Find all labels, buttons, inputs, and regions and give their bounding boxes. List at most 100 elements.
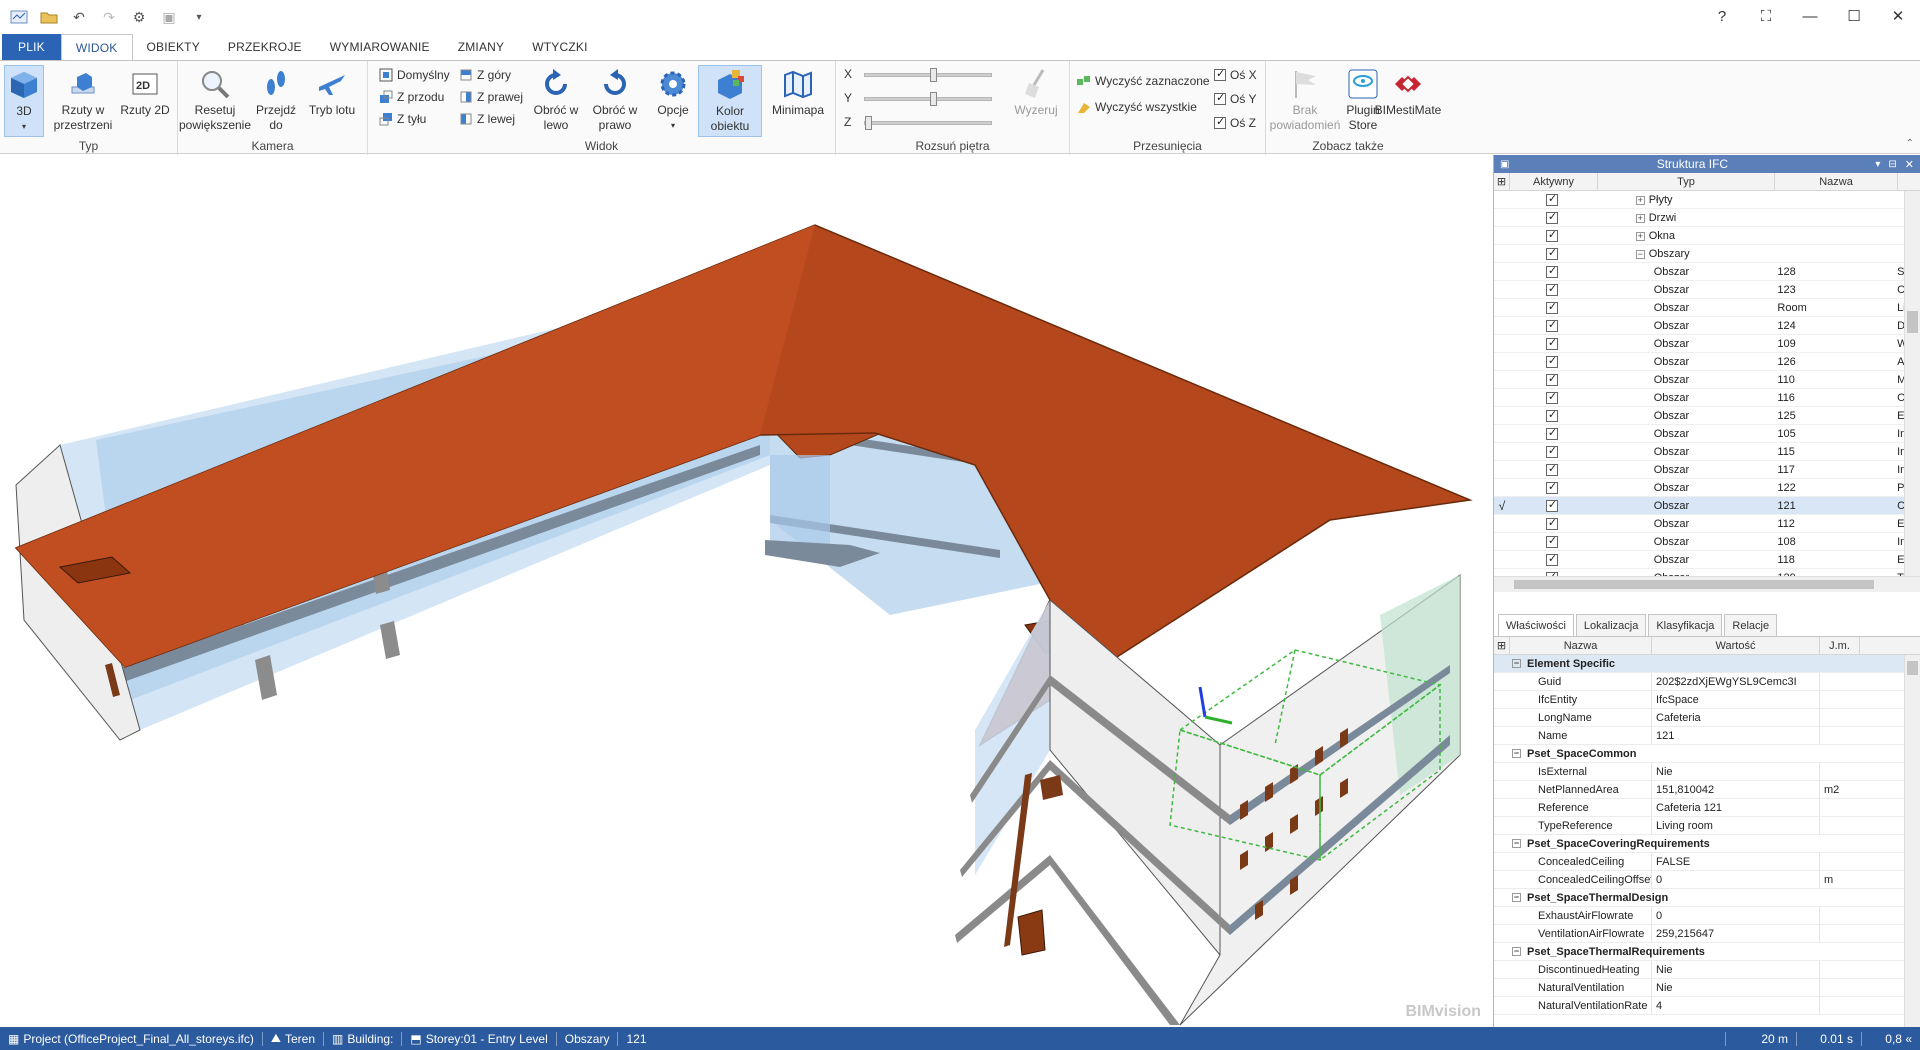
property-row[interactable]: VentilationAirFlowrate 259,215647 xyxy=(1494,925,1920,943)
options-button[interactable]: Opcje ▾ xyxy=(650,65,696,137)
tree-row[interactable]: Obszar112Ele xyxy=(1494,515,1920,533)
active-checkbox[interactable] xyxy=(1545,354,1558,368)
property-value[interactable]: 259,215647 xyxy=(1652,925,1820,942)
tree-row[interactable]: Obszar115Ins xyxy=(1494,443,1920,461)
status-storey[interactable]: ⬒ Storey:01 - Entry Level xyxy=(402,1032,555,1046)
property-value[interactable]: 0 xyxy=(1652,871,1820,888)
panel-menu-icon[interactable]: ▾ xyxy=(1875,159,1880,170)
axis-x-check[interactable] xyxy=(1214,67,1226,81)
status-obszary[interactable]: Obszary xyxy=(557,1032,618,1046)
header-typ[interactable]: Typ xyxy=(1598,173,1775,190)
tab-obiekty[interactable]: OBIEKTY xyxy=(133,34,214,60)
active-checkbox[interactable] xyxy=(1545,336,1558,350)
tree-row[interactable]: Obszar126Ad xyxy=(1494,353,1920,371)
ifc-tree-hscroll-thumb[interactable] xyxy=(1514,580,1874,589)
tree-row[interactable]: Obszar110Me xyxy=(1494,371,1920,389)
minimize-button[interactable]: — xyxy=(1788,0,1832,32)
undo-icon[interactable]: ↶ xyxy=(66,4,92,30)
slider-x[interactable] xyxy=(864,68,992,82)
prop-header-wartosc[interactable]: Wartość xyxy=(1652,637,1820,654)
collapse-toggle-icon[interactable]: − xyxy=(1512,893,1521,902)
tree-row[interactable]: Obszar128Str xyxy=(1494,263,1920,281)
panel-dock-icon[interactable]: ⊟ xyxy=(1888,159,1896,170)
tree-group-row[interactable]: −Obszary xyxy=(1494,245,1920,263)
property-value[interactable]: Nie xyxy=(1652,979,1820,996)
view-top-button[interactable]: Z góry xyxy=(458,65,511,85)
property-value[interactable]: FALSE xyxy=(1652,853,1820,870)
tree-group-row[interactable]: +Okna xyxy=(1494,227,1920,245)
collapse-toggle-icon[interactable]: − xyxy=(1512,947,1521,956)
tab-file[interactable]: PLIK xyxy=(2,34,61,60)
tree-row[interactable]: Obszar108Ins xyxy=(1494,533,1920,551)
help-button[interactable]: ? xyxy=(1700,0,1744,32)
expand-toggle-icon[interactable]: + xyxy=(1635,231,1645,241)
tree-row[interactable]: Obszar123Co xyxy=(1494,281,1920,299)
status-project[interactable]: ▦ Project (OfficeProject_Final_All_storey… xyxy=(0,1032,262,1046)
active-checkbox[interactable] xyxy=(1545,516,1558,530)
tree-row[interactable]: Obszar124Dr xyxy=(1494,317,1920,335)
panel-pin-icon[interactable]: ▣ xyxy=(1500,159,1509,170)
properties-grid[interactable]: ⊞ Nazwa Wartość J.m. − Element Specific Gu… xyxy=(1494,637,1920,1027)
clear-selected-button[interactable]: Wyczyść zaznaczone xyxy=(1076,71,1210,91)
column-chooser-icon[interactable]: ⊞ xyxy=(1494,173,1510,190)
status-building[interactable]: ▥ Building: xyxy=(324,1032,401,1046)
active-checkbox[interactable] xyxy=(1545,444,1558,458)
status-selected[interactable]: 121 xyxy=(618,1032,654,1046)
rotate-left-button[interactable]: Obróć w lewo xyxy=(530,65,582,137)
tree-group-row[interactable]: +Drzwi xyxy=(1494,209,1920,227)
slider-z-thumb[interactable] xyxy=(865,116,872,130)
ifc-structure-tree[interactable]: ⊞ Aktywny Typ Nazwa +Płyty+Drzwi+Okna−Ob… xyxy=(1494,173,1920,593)
property-group[interactable]: − Pset_SpaceCoveringRequirements xyxy=(1494,835,1920,853)
property-row[interactable]: NetPlannedArea 151,810042 m2 xyxy=(1494,781,1920,799)
ribbon-collapse-arrow-icon[interactable]: ⌃ xyxy=(1906,138,1914,149)
3d-viewport[interactable]: BIMvision xyxy=(0,155,1493,1027)
tree-row[interactable]: Obszar117Ins xyxy=(1494,461,1920,479)
tree-row[interactable]: √Obszar121Ca xyxy=(1494,497,1920,515)
tree-row[interactable]: ObszarRoomLiv xyxy=(1494,299,1920,317)
wyzeruj-button[interactable]: Wyzeruj xyxy=(1008,65,1064,137)
active-checkbox[interactable] xyxy=(1545,318,1558,332)
property-group[interactable]: − Pset_SpaceCommon xyxy=(1494,745,1920,763)
rzuty-przestrzeni-button[interactable]: Rzuty w przestrzeni xyxy=(50,65,116,137)
property-value[interactable]: 151,810042 xyxy=(1652,781,1820,798)
property-value[interactable]: IfcSpace xyxy=(1652,691,1820,708)
prop-column-chooser-icon[interactable]: ⊞ xyxy=(1494,637,1510,654)
tree-row[interactable]: Obszar122Pre xyxy=(1494,479,1920,497)
property-value[interactable]: Cafeteria 121 xyxy=(1652,799,1820,816)
property-row[interactable]: DiscontinuedHeating Nie xyxy=(1494,961,1920,979)
active-checkbox[interactable] xyxy=(1545,390,1558,404)
reset-zoom-button[interactable]: Resetuj powiększenie xyxy=(179,65,251,137)
redo-icon[interactable]: ↷ xyxy=(96,4,122,30)
tree-row[interactable]: Obszar109Wo xyxy=(1494,335,1920,353)
tab-lokalizacja[interactable]: Lokalizacja xyxy=(1575,614,1647,636)
bimestimate-button[interactable]: BIMestiMate xyxy=(1375,65,1441,137)
property-row[interactable]: IsExternal Nie xyxy=(1494,763,1920,781)
object-color-button[interactable]: Kolor obiektu xyxy=(698,65,762,137)
clear-all-button[interactable]: Wyczyść wszystkie xyxy=(1076,97,1197,117)
prop-header-jm[interactable]: J.m. xyxy=(1820,637,1860,654)
prop-header-nazwa[interactable]: Nazwa xyxy=(1510,637,1652,654)
property-row[interactable]: TypeReference Living room xyxy=(1494,817,1920,835)
property-row[interactable]: Reference Cafeteria 121 xyxy=(1494,799,1920,817)
active-checkbox[interactable] xyxy=(1545,552,1558,566)
active-checkbox[interactable] xyxy=(1545,426,1558,440)
properties-vscroll-thumb[interactable] xyxy=(1907,661,1918,675)
property-value[interactable]: 0 xyxy=(1652,907,1820,924)
rotate-right-button[interactable]: Obróć w prawo xyxy=(586,65,644,137)
tab-wtyczki[interactable]: WTYCZKI xyxy=(518,34,601,60)
ifc-tree-vscroll[interactable] xyxy=(1904,191,1920,576)
active-checkbox[interactable] xyxy=(1545,192,1558,206)
przejdz-do-button[interactable]: Przejdź do xyxy=(252,65,300,137)
tree-group-row[interactable]: +Płyty xyxy=(1494,191,1920,209)
view-left-button[interactable]: Z lewej xyxy=(458,109,515,129)
tab-przekroje[interactable]: PRZEKROJE xyxy=(214,34,316,60)
ribbon-collapse-icon[interactable]: ⛶ xyxy=(1744,0,1788,32)
tab-wymiarowanie[interactable]: WYMIAROWANIE xyxy=(316,34,444,60)
ifc-tree-hscroll[interactable] xyxy=(1494,576,1920,592)
screenshot-icon[interactable]: ▣ xyxy=(156,4,182,30)
tree-row[interactable]: Obszar118Ele xyxy=(1494,551,1920,569)
property-group[interactable]: − Pset_SpaceThermalDesign xyxy=(1494,889,1920,907)
settings-icon[interactable]: ⚙ xyxy=(126,4,152,30)
view-right-button[interactable]: Z prawej xyxy=(458,87,523,107)
tab-widok[interactable]: WIDOK xyxy=(60,34,133,60)
